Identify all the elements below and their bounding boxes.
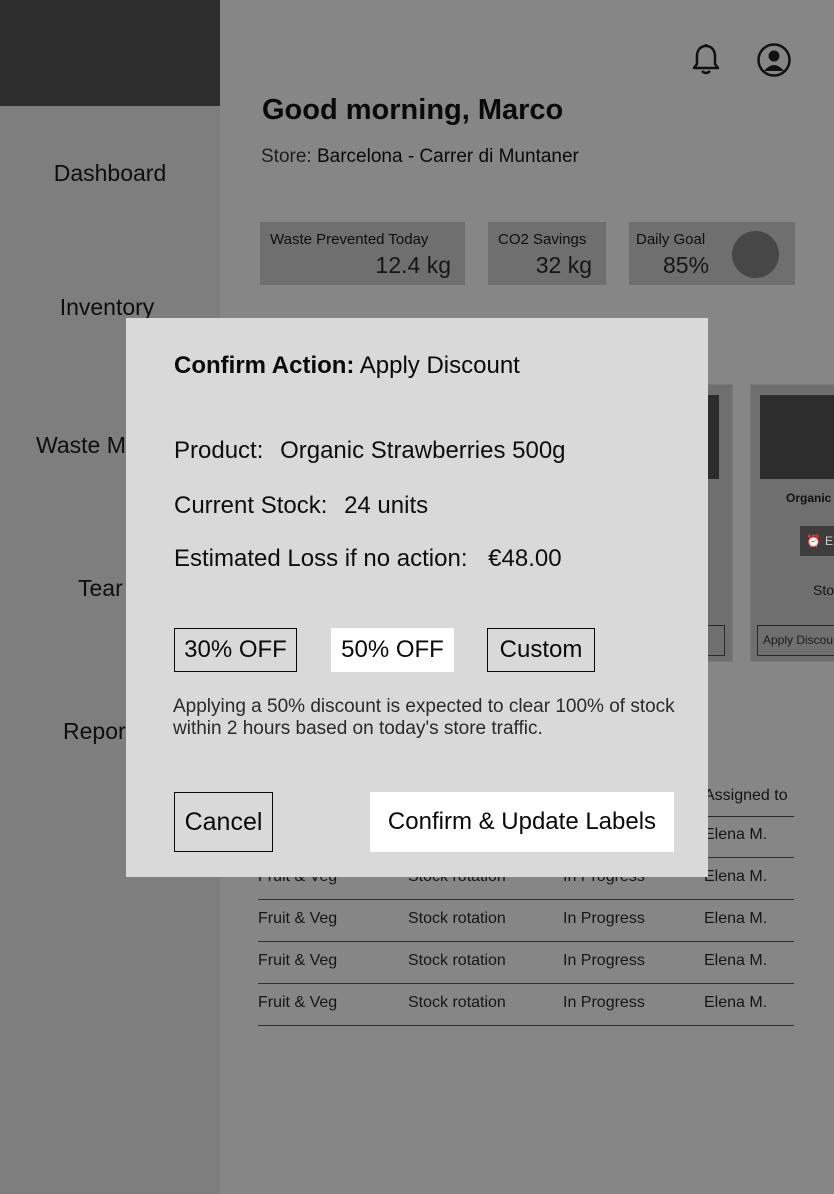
user-account-icon[interactable]	[754, 40, 794, 80]
stat-label: Daily Goal	[636, 231, 706, 248]
table-cell-assigned: Elena M.	[704, 826, 768, 843]
stat-value: 85%	[663, 252, 710, 278]
page-title: Good morning, Marco	[262, 94, 564, 126]
table-header-assigned: Assigned to	[704, 787, 788, 804]
loss-detail: Estimated Loss if no action: €48.00	[174, 545, 562, 573]
bell-icon[interactable]	[686, 40, 726, 80]
loss-label: Estimated Loss if no action:	[174, 545, 468, 572]
stock-label: Current Stock:	[174, 492, 328, 519]
stat-value: 32 kg	[535, 252, 592, 278]
table-row[interactable]: Fruit & Veg Stock rotation In Progress E…	[258, 984, 794, 1026]
expiry-timer-text: E	[824, 534, 833, 548]
store-info: Store: Barcelona - Carrer di Muntaner	[261, 146, 579, 168]
cancel-button[interactable]: Cancel	[174, 792, 273, 852]
stock-value: 24 units	[344, 492, 429, 519]
product-value: Organic Strawberries 500g	[280, 437, 566, 464]
product-image	[760, 395, 834, 479]
table-cell-status: In Progress	[563, 910, 645, 927]
divider	[258, 1025, 794, 1026]
table-cell-dept: Fruit & Veg	[258, 910, 338, 927]
product-detail: Product: Organic Strawberries 500g	[174, 437, 566, 465]
product-label: Product:	[174, 437, 264, 464]
table-cell-status: In Progress	[563, 994, 645, 1011]
stat-value: 12.4 kg	[375, 252, 451, 278]
sidebar-logo-area	[0, 0, 220, 106]
stat-card-goal: Daily Goal 85%	[629, 222, 795, 285]
discount-custom-button[interactable]: Custom	[487, 628, 595, 672]
product-name: Organic	[786, 491, 832, 505]
table-cell-assigned: Elena M.	[704, 910, 768, 927]
table-cell-task: Stock rotation	[408, 910, 506, 927]
store-label: Store:	[261, 146, 312, 167]
modal-title-action: Apply Discount	[359, 352, 520, 379]
modal-title-bold: Confirm Action:	[174, 352, 355, 379]
confirm-discount-modal: Confirm Action: Apply Discount Product: …	[126, 318, 708, 877]
stat-label: CO2 Savings	[498, 231, 587, 248]
table-cell-dept: Fruit & Veg	[258, 994, 338, 1011]
discount-hint: Applying a 50% discount is expected to c…	[173, 696, 675, 739]
product-stock: Sto	[813, 582, 834, 598]
stat-card-waste: Waste Prevented Today 12.4 kg	[260, 222, 465, 285]
modal-title: Confirm Action: Apply Discount	[174, 352, 520, 380]
sidebar-item-dashboard[interactable]: Dashboard	[0, 160, 220, 187]
table-cell-assigned: Elena M.	[704, 994, 768, 1011]
expiry-timer: ⏰ E	[800, 526, 834, 556]
loss-value: €48.00	[488, 545, 562, 572]
table-cell-assigned: Elena M.	[704, 952, 768, 969]
stat-card-co2: CO2 Savings 32 kg	[488, 222, 606, 285]
product-card: Organic ⏰ E Sto Apply Discou	[750, 384, 834, 662]
stat-label: Waste Prevented Today	[270, 231, 429, 248]
stock-detail: Current Stock: 24 units	[174, 492, 428, 520]
alarm-clock-icon: ⏰	[806, 534, 821, 548]
sidebar-item-inventory[interactable]: Inventory	[0, 294, 217, 321]
table-cell-status: In Progress	[563, 952, 645, 969]
confirm-update-labels-button[interactable]: Confirm & Update Labels	[370, 792, 674, 852]
table-cell-dept: Fruit & Veg	[258, 952, 338, 969]
table-cell-assigned: Elena M.	[704, 868, 768, 885]
table-row[interactable]: Fruit & Veg Stock rotation In Progress E…	[258, 900, 794, 942]
table-row[interactable]: Fruit & Veg Stock rotation In Progress E…	[258, 942, 794, 984]
goal-progress-circle	[732, 231, 779, 278]
discount-50-button[interactable]: 50% OFF	[331, 628, 454, 672]
apply-discount-button[interactable]: Apply Discou	[757, 625, 834, 656]
store-name: Barcelona - Carrer di Muntaner	[316, 146, 579, 167]
discount-30-button[interactable]: 30% OFF	[174, 628, 297, 672]
table-cell-task: Stock rotation	[408, 952, 506, 969]
table-cell-task: Stock rotation	[408, 994, 506, 1011]
